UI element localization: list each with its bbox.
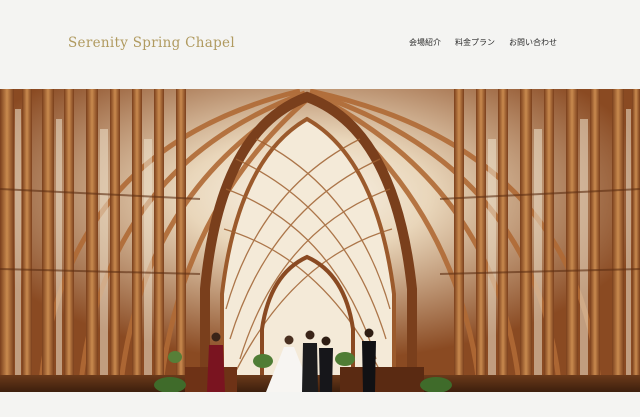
chapel-photo [0, 89, 640, 392]
hero-image [0, 89, 640, 392]
site-logo-title[interactable]: Serenity Spring Chapel [68, 35, 235, 51]
nav-item-pricing[interactable]: 料金プラン [455, 37, 495, 48]
nav-item-venue[interactable]: 会場紹介 [409, 37, 441, 48]
main-nav: 会場紹介 料金プラン お問い合わせ [409, 37, 571, 48]
nav-item-contact[interactable]: お問い合わせ [509, 37, 557, 48]
site-header: Serenity Spring Chapel 会場紹介 料金プラン お問い合わせ [0, 0, 640, 89]
page-below-hero [0, 392, 640, 417]
